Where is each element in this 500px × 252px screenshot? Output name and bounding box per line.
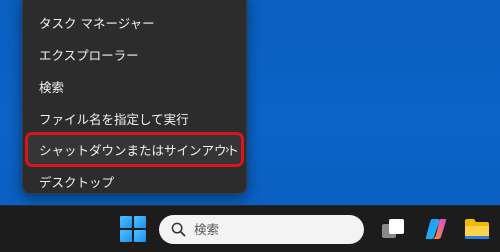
- copilot-icon[interactable]: [423, 216, 449, 242]
- menu-item-label: タスク マネージャー: [39, 15, 155, 31]
- chevron-right-icon: ›: [224, 142, 230, 157]
- taskbar-search-box[interactable]: [159, 215, 364, 244]
- search-icon: [171, 222, 186, 237]
- task-view-icon[interactable]: [380, 216, 406, 242]
- menu-item-desktop[interactable]: デスクトップ: [27, 166, 242, 196]
- windows-start-icon[interactable]: [120, 216, 146, 242]
- menu-item-label: エクスプローラー: [39, 47, 139, 63]
- menu-item-explorer[interactable]: エクスプローラー: [27, 39, 242, 69]
- menu-item-shutdown-signout[interactable]: シャットダウンまたはサインアウト ›: [25, 132, 244, 167]
- menu-item-label: デスクトップ: [39, 174, 115, 190]
- taskbar: [0, 205, 500, 252]
- folder-icon[interactable]: [463, 216, 491, 242]
- menu-item-task-manager[interactable]: タスク マネージャー: [27, 7, 242, 37]
- menu-item-search[interactable]: 検索: [27, 71, 242, 101]
- menu-item-label: シャットダウンまたはサインアウト: [39, 143, 240, 158]
- menu-item-run[interactable]: ファイル名を指定して実行: [27, 103, 242, 133]
- menu-item-label: 検索: [39, 79, 65, 95]
- menu-item-label: ファイル名を指定して実行: [39, 111, 189, 127]
- search-input[interactable]: [194, 222, 334, 237]
- start-context-menu: タスク マネージャー エクスプローラー 検索 ファイル名を指定して実行 シャット…: [22, 0, 247, 194]
